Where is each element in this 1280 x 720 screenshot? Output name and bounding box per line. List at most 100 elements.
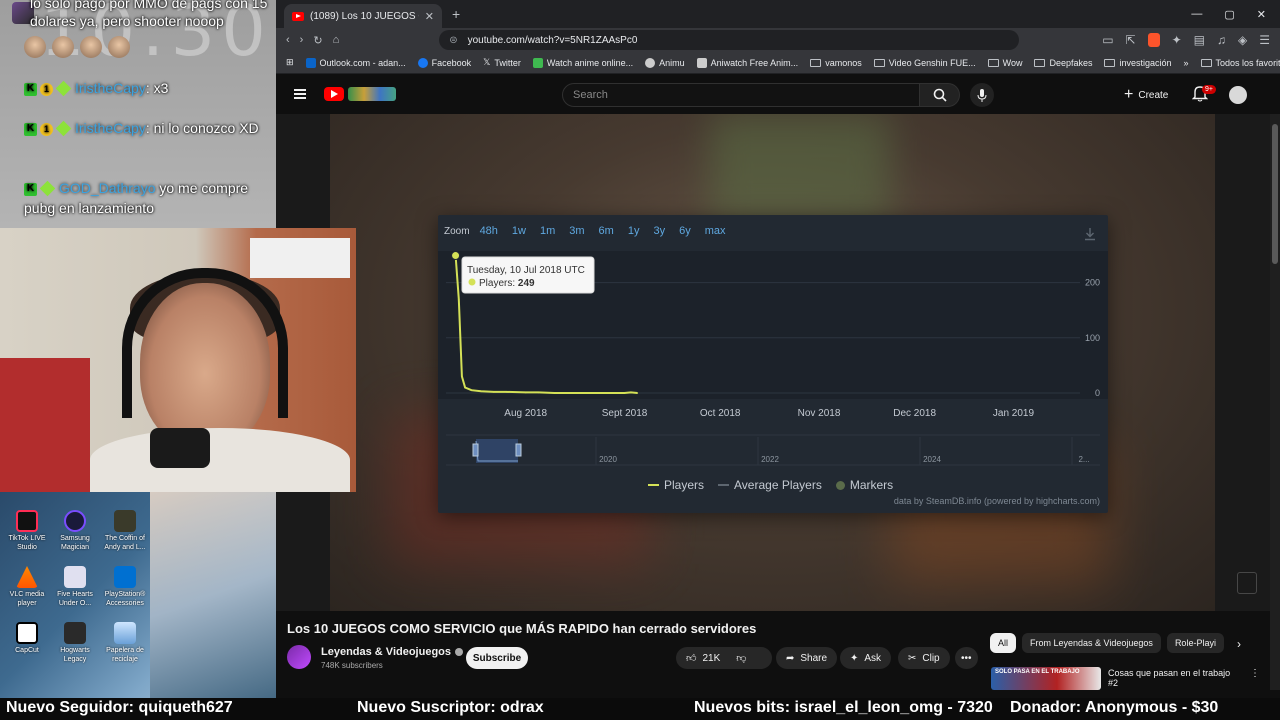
zoom-6y-button[interactable]: 6y bbox=[675, 225, 695, 237]
navigator-selection bbox=[476, 439, 518, 463]
data-point bbox=[505, 391, 508, 393]
channel-avatar[interactable] bbox=[287, 645, 311, 669]
dislike-button[interactable]: 👎︎ bbox=[736, 652, 746, 664]
zoom-1m-button[interactable]: 1m bbox=[536, 225, 559, 237]
desktop-icon-vlc[interactable]: VLC media player bbox=[0, 566, 54, 608]
bookmark-twitter[interactable]: 𝕏 Twitter bbox=[483, 57, 521, 68]
search-button[interactable] bbox=[920, 83, 960, 107]
toolbar-icons: ▭ ⇱ ✦ ▤ ♫ ◈ ☰ bbox=[1102, 33, 1270, 47]
share-button[interactable]: ➦ Share bbox=[776, 647, 838, 669]
reload-icon[interactable]: ↻ bbox=[313, 34, 322, 47]
new-tab-icon[interactable]: + bbox=[452, 6, 460, 22]
chart-legend: Players Average Players Markers bbox=[648, 478, 893, 492]
zoom-1y-button[interactable]: 1y bbox=[624, 225, 644, 237]
data-point bbox=[461, 375, 463, 378]
browser-tab[interactable]: (1089) Los 10 JUEGOS COMO ✕ bbox=[284, 4, 442, 28]
bookmark-watch-anime[interactable]: Watch anime online... bbox=[532, 57, 633, 68]
youtube-doodle[interactable] bbox=[348, 87, 396, 101]
y-tick-label: 100 bbox=[1085, 333, 1100, 343]
account-avatar[interactable] bbox=[1229, 86, 1247, 104]
headset-icon bbox=[122, 268, 288, 418]
apps-grid-icon[interactable]: ⊞ bbox=[286, 57, 294, 68]
page-scrollbar[interactable] bbox=[1270, 114, 1280, 690]
minimize-icon[interactable]: — bbox=[1191, 8, 1202, 21]
navigator-left-handle bbox=[472, 443, 479, 457]
extensions-icon[interactable]: ✦ bbox=[1172, 33, 1182, 47]
bookmark-vamonos[interactable]: vamonos bbox=[810, 58, 862, 68]
clip-button[interactable]: ✂ Clip bbox=[898, 647, 950, 669]
close-window-icon[interactable]: ✕ bbox=[1257, 8, 1266, 21]
zoom-3m-button[interactable]: 3m bbox=[565, 225, 588, 237]
bookmark-animu[interactable]: Animu bbox=[645, 57, 685, 68]
zoom-1w-button[interactable]: 1w bbox=[508, 225, 530, 237]
home-icon[interactable]: ⌂ bbox=[333, 34, 340, 46]
chip-role-playing[interactable]: Role-Playi bbox=[1166, 633, 1224, 653]
wallet-icon[interactable]: ◈ bbox=[1238, 33, 1247, 47]
desktop-icon-five-hearts[interactable]: Five Hearts Under O... bbox=[48, 566, 102, 608]
chip-from-channel[interactable]: From Leyendas & Videojuegos bbox=[1022, 633, 1161, 653]
bookmark-facebook[interactable]: Facebook bbox=[417, 57, 471, 68]
bookmark-deepfakes[interactable]: Deepfakes bbox=[1034, 58, 1092, 68]
zoom-3y-button[interactable]: 3y bbox=[649, 225, 669, 237]
zoom-48h-button[interactable]: 48h bbox=[476, 225, 502, 237]
forward-icon[interactable]: › bbox=[300, 34, 304, 46]
desktop-icon-tiktok-live[interactable]: TikTok LIVE Studio bbox=[0, 510, 54, 552]
desktop-icon-samsung-magician[interactable]: Samsung Magician bbox=[48, 510, 102, 552]
search-input[interactable]: Search bbox=[562, 83, 920, 107]
brave-shield-icon[interactable] bbox=[1147, 33, 1160, 47]
bookmark-video-genshin[interactable]: Video Genshin FUE... bbox=[873, 58, 976, 68]
youtube-logo-icon[interactable] bbox=[324, 87, 344, 101]
like-button[interactable]: 👍︎ bbox=[686, 652, 696, 664]
chips-next-icon[interactable]: › bbox=[1237, 637, 1241, 651]
legend-item-average-players[interactable]: Average Players bbox=[718, 478, 822, 492]
like-dislike-group: 👍︎ 21K 👎︎ bbox=[676, 647, 772, 669]
legend-item-players[interactable]: Players bbox=[648, 478, 704, 492]
desktop-icon-recycle-bin[interactable]: Papelera de reciclaje bbox=[98, 622, 152, 664]
address-bar[interactable]: ⊜ youtube.com/watch?v=5NR1ZAAsPc0 bbox=[439, 30, 1020, 50]
voice-search-button[interactable] bbox=[970, 83, 994, 107]
desktop-icon-playstation-accessories[interactable]: PlayStation® Accessories bbox=[98, 566, 152, 608]
recommended-more-icon[interactable]: ⋮ bbox=[1250, 668, 1260, 679]
menu-icon[interactable]: ☰ bbox=[1259, 33, 1270, 47]
microphone-arm bbox=[150, 428, 210, 468]
site-info-icon[interactable]: ⊜ bbox=[449, 35, 457, 46]
cast-icon[interactable]: ▭ bbox=[1102, 33, 1113, 47]
desktop-icon-coffin-of-andy[interactable]: The Coffin of Andy and L... bbox=[98, 510, 152, 552]
sidebar-icon[interactable]: ▤ bbox=[1194, 33, 1205, 47]
more-actions-button[interactable]: ••• bbox=[955, 647, 978, 669]
share-page-icon[interactable]: ⇱ bbox=[1126, 33, 1136, 47]
data-point bbox=[457, 298, 460, 300]
chat-username: GOD_Dathrayo bbox=[59, 180, 156, 196]
scrollbar-thumb[interactable] bbox=[1272, 124, 1278, 264]
bookmark-outlook[interactable]: Outlook.com - adan... bbox=[305, 57, 406, 68]
zoom-6m-button[interactable]: 6m bbox=[595, 225, 618, 237]
ask-button[interactable]: ✦ Ask bbox=[840, 647, 892, 669]
more-bookmarks-icon[interactable]: » bbox=[1184, 58, 1189, 68]
bookmark-investigacion[interactable]: investigación bbox=[1104, 58, 1172, 68]
subscribe-button[interactable]: Subscribe bbox=[466, 647, 528, 669]
bookmark-all[interactable]: Todos los favoritos bbox=[1200, 58, 1280, 68]
recycle-bin-icon bbox=[114, 622, 136, 644]
bookmark-wow[interactable]: Wow bbox=[987, 58, 1022, 68]
y-tick-label: 200 bbox=[1085, 278, 1100, 288]
back-icon[interactable]: ‹ bbox=[286, 34, 290, 46]
recommended-video-thumbnail[interactable]: SOLO PASA EN EL TRABAJO bbox=[991, 667, 1101, 690]
chip-all[interactable]: All bbox=[990, 633, 1017, 653]
guide-menu-icon[interactable] bbox=[294, 89, 306, 99]
chat-message: K 1 IristheCapy: x3 bbox=[24, 78, 274, 98]
channel-name[interactable]: Leyendas & Videojuegos bbox=[321, 646, 464, 658]
music-icon[interactable]: ♫ bbox=[1217, 33, 1226, 47]
desktop-icon-hogwarts-legacy[interactable]: Hogwarts Legacy bbox=[48, 622, 102, 664]
legend-item-markers[interactable]: Markers bbox=[835, 478, 893, 492]
create-button[interactable]: + Create bbox=[1124, 84, 1168, 106]
stream-chat-overlay: 10:30 lo solo pago por MMO de pags con 1… bbox=[0, 0, 276, 228]
download-icon[interactable] bbox=[1084, 227, 1096, 241]
desktop-icon-capcut[interactable]: CapCut bbox=[0, 622, 54, 655]
chart-credit[interactable]: data by SteamDB.info (powered by highcha… bbox=[894, 496, 1100, 506]
maximize-icon[interactable]: ▢ bbox=[1224, 8, 1234, 21]
recommended-video-title[interactable]: Cosas que pasan en el trabajo #2 bbox=[1108, 668, 1238, 688]
close-tab-icon[interactable]: ✕ bbox=[425, 10, 434, 23]
zoom-max-button[interactable]: max bbox=[701, 225, 730, 237]
channel-watermark-icon[interactable] bbox=[1237, 572, 1257, 594]
bookmark-aniwatch[interactable]: Aniwatch Free Anim... bbox=[696, 57, 798, 68]
